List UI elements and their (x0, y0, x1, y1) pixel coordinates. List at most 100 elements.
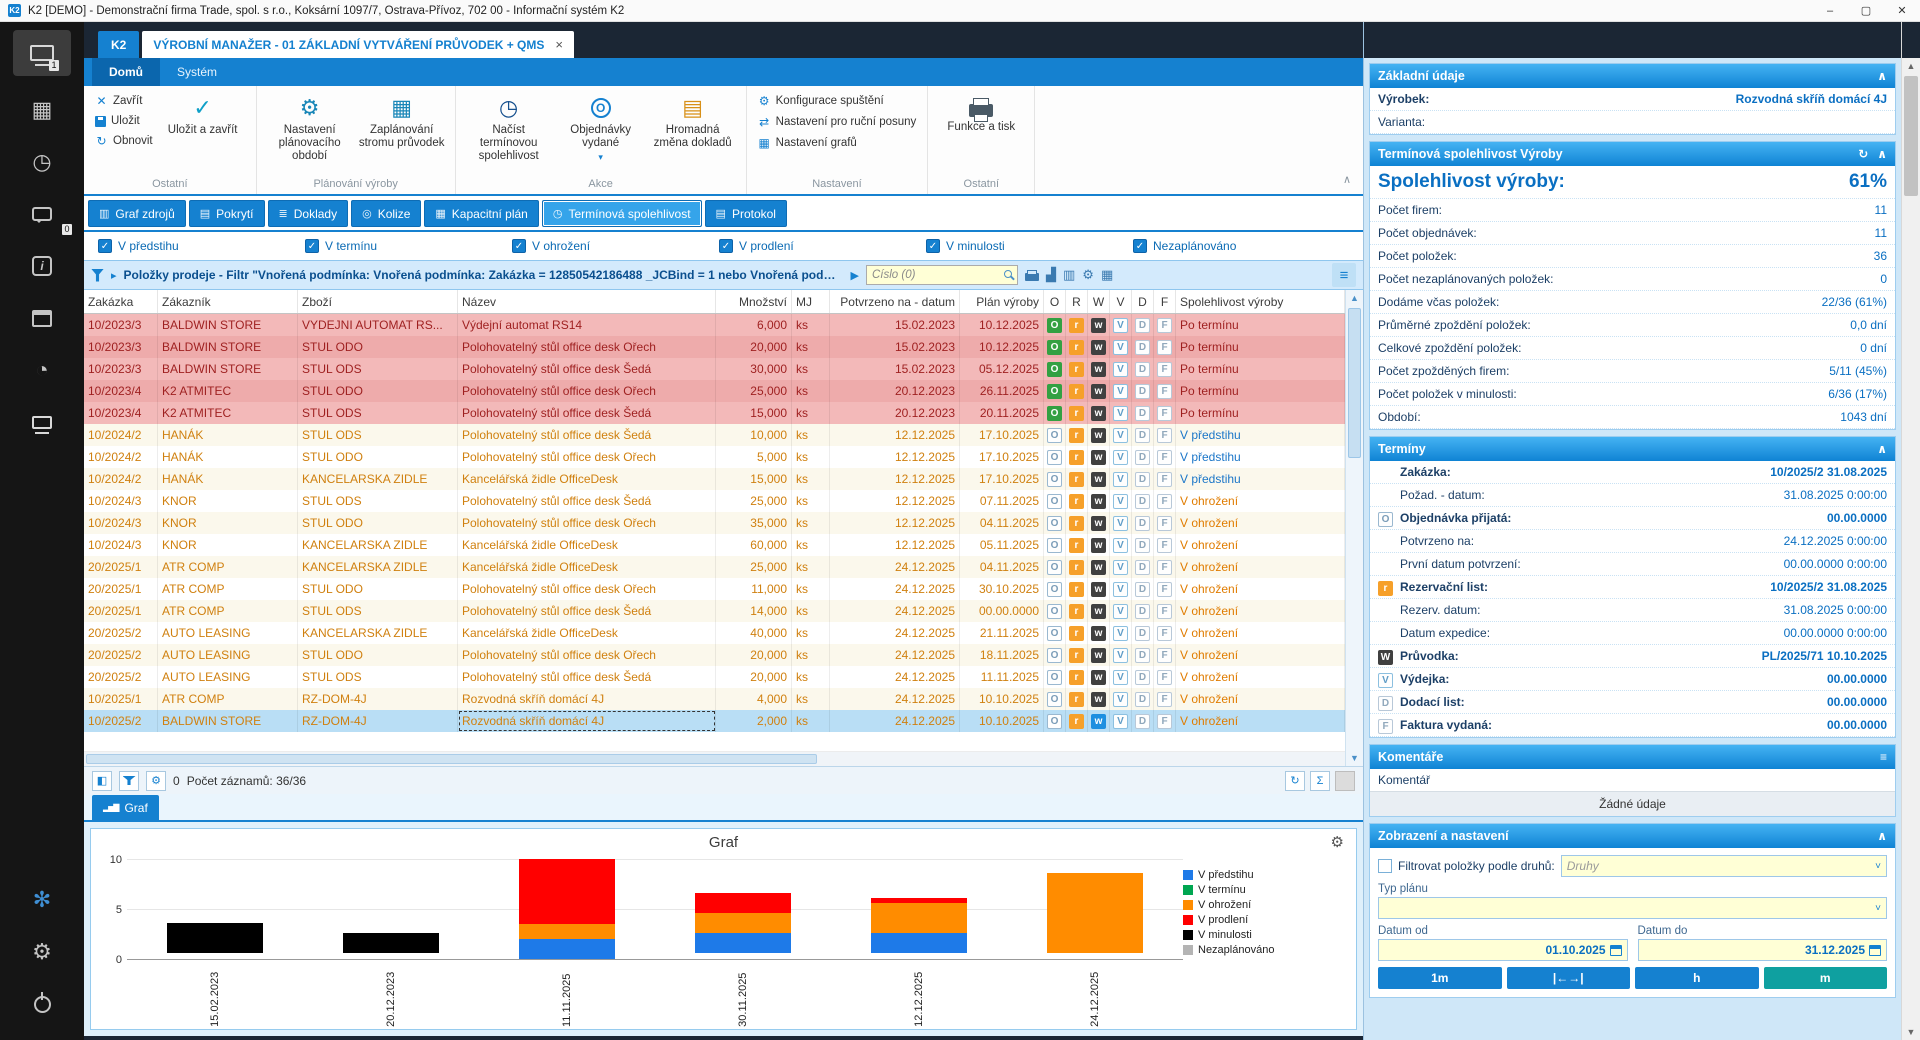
refresh-button[interactable]: ↻ Obnovit (92, 133, 156, 149)
column-header-13[interactable]: F (1154, 290, 1176, 313)
rail-power-button[interactable] (0, 978, 84, 1030)
table-row[interactable]: 10/2024/3 KNOR STUL ODS Polohovatelný stůl … (84, 490, 1345, 512)
window-scroll-track[interactable] (1902, 74, 1920, 1024)
collapse-icon[interactable]: ∧ (1877, 829, 1887, 843)
view-tab-5[interactable]: ◷ Termínová spolehlivost (541, 200, 702, 227)
panel-header-terminy[interactable]: Termíny ∧ (1370, 437, 1895, 461)
column-header-10[interactable]: W (1088, 290, 1110, 313)
scroll-down-icon[interactable]: ▼ (1902, 1024, 1920, 1040)
view-tab-0[interactable]: ▥ Graf zdrojů (88, 200, 186, 227)
chart-settings-button[interactable]: ▦ Nastavení grafů (755, 135, 920, 151)
column-header-0[interactable]: Zakázka (84, 290, 158, 313)
scroll-down-icon[interactable]: ▼ (1346, 750, 1363, 766)
footer-funnel-icon[interactable] (119, 770, 139, 791)
column-header-7[interactable]: Plán výroby (960, 290, 1044, 313)
schedule-tree-button[interactable]: ▦ Zaplánování stromu průvodek (357, 91, 447, 175)
checkbox-checked-icon[interactable]: ✓ (1133, 239, 1147, 253)
zoom-button-0[interactable]: 1m (1378, 967, 1502, 989)
checkbox-checked-icon[interactable]: ✓ (512, 239, 526, 253)
footer-settings-icon[interactable]: ⚙ (146, 770, 166, 791)
planning-period-button[interactable]: ⚙ Nastavení plánovacího období (265, 91, 355, 175)
chart-gear-icon[interactable]: ⚙ (1331, 833, 1344, 851)
rail-modules-button[interactable]: ▦ (0, 84, 84, 136)
column-header-9[interactable]: R (1066, 290, 1088, 313)
date-to-input[interactable]: 31.12.2025 (1637, 939, 1887, 961)
view-tab-4[interactable]: ▦ Kapacitní plán (424, 200, 539, 227)
scroll-up-icon[interactable]: ▲ (1346, 290, 1363, 306)
status-filter-1[interactable]: ✓ V termínu (305, 239, 512, 253)
calendar-icon[interactable] (1609, 944, 1622, 956)
close-button[interactable]: ✕ Zavřít (92, 93, 156, 109)
rail-history-button[interactable]: ◷ (0, 136, 84, 188)
hscroll-thumb[interactable] (86, 754, 818, 764)
column-header-2[interactable]: Zboží (298, 290, 458, 313)
date-from-input[interactable]: 01.10.2025 (1378, 939, 1628, 961)
checkbox-checked-icon[interactable]: ✓ (305, 239, 319, 253)
funnel-icon[interactable] (91, 268, 104, 282)
refresh-icon[interactable]: ↻ (1858, 147, 1868, 161)
manual-shift-settings-button[interactable]: ⇄ Nastavení pro ruční posuny (755, 114, 920, 130)
rail-calendar-button[interactable] (0, 292, 84, 344)
ribbon-collapse-icon[interactable]: ∧ (1343, 173, 1351, 186)
column-header-5[interactable]: MJ (792, 290, 830, 313)
table-row[interactable]: 20/2025/2 AUTO LEASING KANCELARSKA ZIDLE Ka… (84, 622, 1345, 644)
status-filter-3[interactable]: ✓ V prodlení (719, 239, 926, 253)
bulk-change-button[interactable]: ▤ Hromadná změna dokladů (648, 91, 738, 175)
filter-kind-checkbox[interactable] (1378, 859, 1392, 873)
table-row[interactable]: 10/2023/4 K2 ATMITEC STUL ODS Polohovatelný… (84, 402, 1345, 424)
horizontal-scrollbar[interactable] (84, 752, 1345, 766)
search-input[interactable] (866, 265, 1018, 285)
column-header-1[interactable]: Zákazník (158, 290, 298, 313)
collapse-icon[interactable]: ∧ (1877, 442, 1887, 456)
table-row[interactable]: 20/2025/2 AUTO LEASING STUL ODO Polohovatel… (84, 644, 1345, 666)
minimize-button[interactable]: – (1812, 0, 1848, 21)
checkbox-checked-icon[interactable]: ✓ (719, 239, 733, 253)
zoom-button-3[interactable]: m (1763, 967, 1887, 989)
status-filter-0[interactable]: ✓ V předstihu (98, 239, 305, 253)
ribbon-tab-domu[interactable]: Domů (92, 58, 160, 86)
view-tab-6[interactable]: ▤ Protokol (704, 200, 787, 227)
table-row[interactable]: 10/2023/4 K2 ATMITEC STUL ODO Polohovatelný… (84, 380, 1345, 402)
close-window-button[interactable]: ✕ (1884, 0, 1920, 21)
panel-header-settings[interactable]: Zobrazení a nastavení ∧ (1370, 824, 1895, 848)
table-row[interactable]: 10/2024/2 HANÁK STUL ODS Polohovatelný stůl… (84, 424, 1345, 446)
footer-refresh-icon[interactable]: ↻ (1285, 770, 1305, 791)
table-row[interactable]: 20/2025/1 ATR COMP STUL ODS Polohovatelný s… (84, 600, 1345, 622)
table-row[interactable]: 20/2025/1 ATR COMP STUL ODO Polohovatelný s… (84, 578, 1345, 600)
table-row[interactable]: 10/2023/3 BALDWIN STORE STUL ODO Polohovate… (84, 336, 1345, 358)
chart-view-icon[interactable]: ▟ (1046, 267, 1056, 283)
functions-print-button[interactable]: Funkce a tisk (936, 91, 1026, 175)
window-scrollbar[interactable]: ▲ ▼ (1901, 22, 1920, 1040)
save-button[interactable]: Uložit (92, 114, 156, 128)
table-row[interactable]: 10/2025/1 ATR COMP RZ-DOM-4J Rozvodná skříň… (84, 688, 1345, 710)
checkbox-checked-icon[interactable]: ✓ (926, 239, 940, 253)
columns-icon[interactable]: ▥ (1063, 267, 1075, 283)
purchase-orders-button[interactable]: O Objednávky vydané ▾ (556, 91, 646, 175)
column-header-4[interactable]: Množství (716, 290, 792, 313)
view-tab-3[interactable]: ◎ Kolize (351, 200, 422, 227)
view-tab-2[interactable]: ≣ Doklady (267, 200, 349, 227)
graf-tab[interactable]: ▂▅▇ Graf (92, 795, 159, 820)
table-row[interactable]: 10/2024/3 KNOR KANCELARSKA ZIDLE Kancelářsk… (84, 534, 1345, 556)
window-scroll-thumb[interactable] (1904, 76, 1918, 196)
rail-devices-button[interactable] (0, 396, 84, 448)
column-header-12[interactable]: D (1132, 290, 1154, 313)
vertical-scrollbar[interactable]: ▲ ▼ (1345, 290, 1363, 766)
checkbox-checked-icon[interactable]: ✓ (98, 239, 112, 253)
table-row[interactable]: 10/2023/3 BALDWIN STORE VYDEJNI AUTOMAT RS… (84, 314, 1345, 336)
rail-settings-button[interactable]: ⚙ (0, 926, 84, 978)
filter-expand-icon[interactable]: ▸ (111, 269, 117, 282)
calendar-icon[interactable] (1869, 944, 1881, 956)
status-filter-2[interactable]: ✓ V ohrožení (512, 239, 719, 253)
panel-header-reliability[interactable]: Termínová spolehlivost Výroby ↻ ∧ (1370, 142, 1895, 166)
status-filter-5[interactable]: ✓ Nezaplánováno (1133, 239, 1340, 253)
rail-k2-logo-button[interactable]: ✻ (0, 874, 84, 926)
table-row[interactable]: 10/2024/2 HANÁK KANCELARSKA ZIDLE Kancelářs… (84, 468, 1345, 490)
footer-extra-icon[interactable] (1335, 770, 1355, 791)
zoom-button-2[interactable]: h (1635, 967, 1759, 989)
panel-header-komentare[interactable]: Komentáře ≡ (1370, 745, 1895, 769)
k2-home-tab[interactable]: K2 (98, 31, 140, 58)
table-settings-icon[interactable]: ⚙ (1082, 267, 1094, 283)
table-row[interactable]: 20/2025/1 ATR COMP KANCELARSKA ZIDLE Kancel… (84, 556, 1345, 578)
zoom-button-1[interactable]: |←→| (1506, 967, 1630, 989)
